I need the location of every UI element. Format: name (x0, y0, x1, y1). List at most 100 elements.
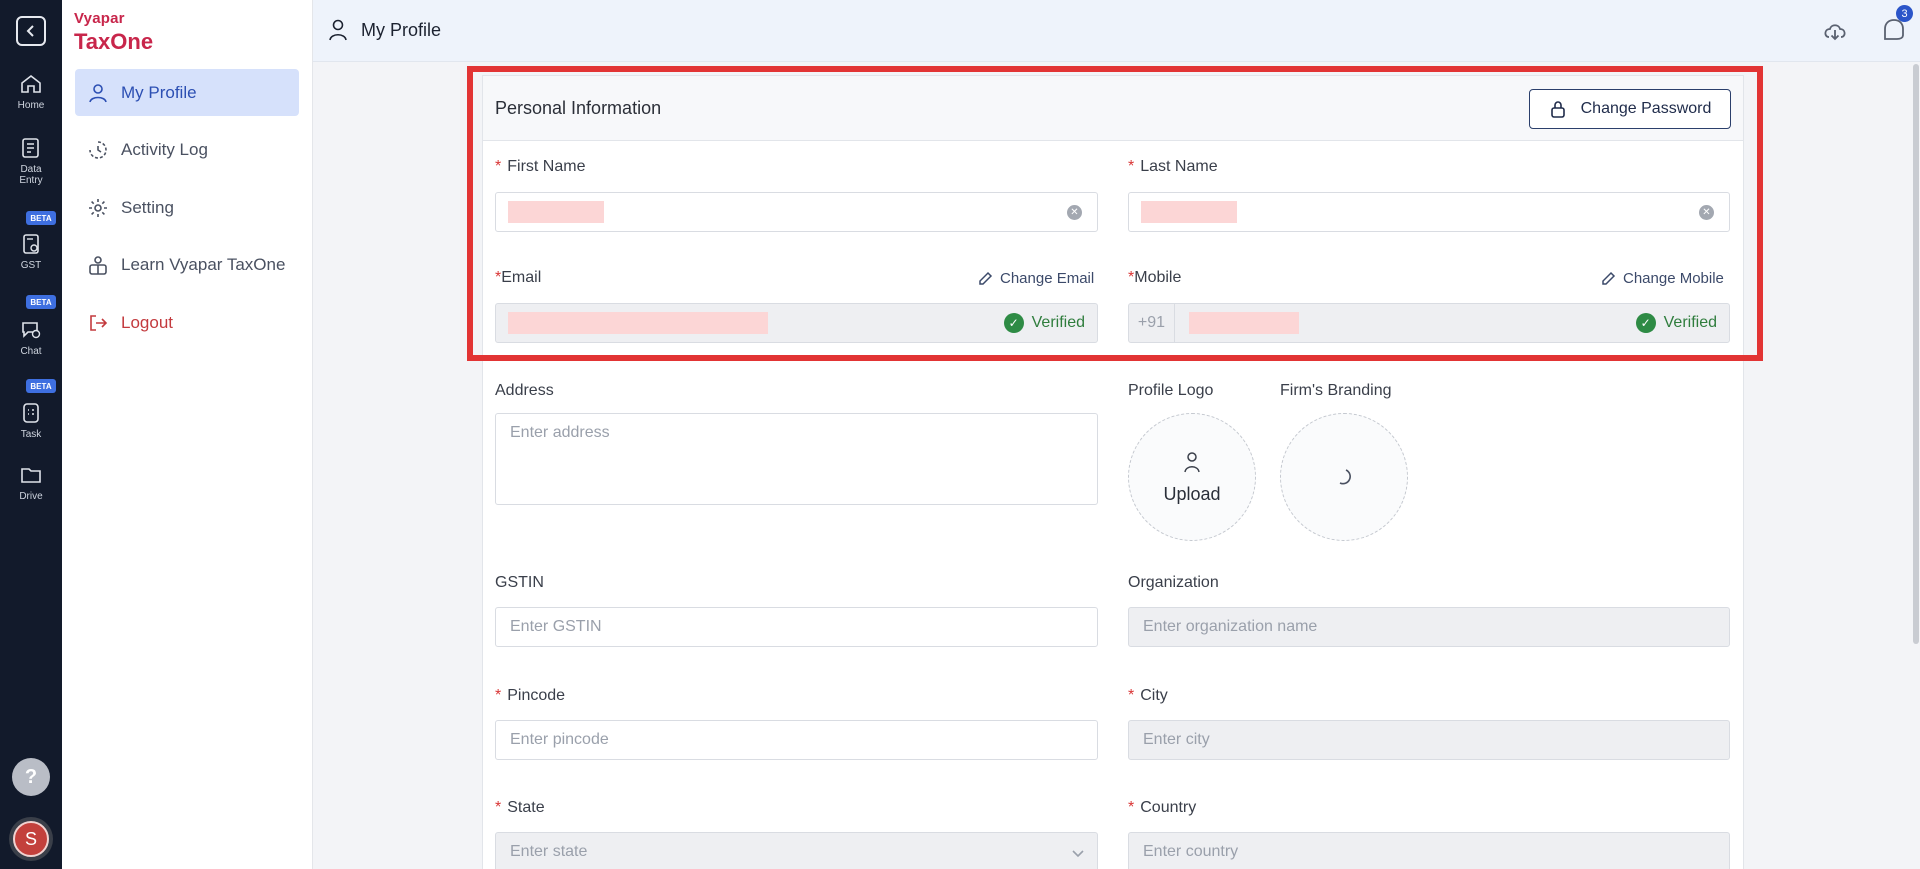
rail-item-home[interactable]: Home (0, 72, 62, 111)
topbar: My Profile 3 (313, 0, 1920, 62)
change-password-label: Change Password (1580, 100, 1712, 117)
sidebar-item-setting[interactable]: Setting (75, 184, 299, 231)
clear-icon[interactable]: ✕ (1067, 205, 1082, 220)
first-name-label: * First Name (495, 158, 586, 175)
change-mobile-link[interactable]: Change Mobile (1600, 270, 1724, 287)
page-title-text: My Profile (361, 19, 442, 40)
card-header: Personal Information Change Password (483, 76, 1743, 141)
profile-logo-upload[interactable]: Upload (1128, 413, 1256, 541)
rail-label: Task (20, 429, 42, 440)
city-input: Enter city (1128, 720, 1730, 760)
learn-icon (89, 255, 107, 275)
sidebar-item-label: Learn Vyapar TaxOne (121, 254, 286, 274)
chevron-down-icon (1072, 850, 1084, 858)
rail-item-data-entry[interactable]: Data Entry (0, 136, 62, 186)
country-code: +91 (1129, 304, 1175, 342)
first-name-input[interactable]: ✕ (495, 192, 1098, 232)
state-placeholder: Enter state (510, 843, 588, 860)
pincode-label: * Pincode (495, 687, 566, 704)
gstin-input[interactable]: Enter GSTIN (495, 607, 1098, 647)
redacted-value (1141, 201, 1237, 223)
avatar-initial: S (13, 821, 49, 857)
scrollbar-thumb[interactable] (1913, 64, 1919, 644)
pencil-icon (979, 271, 993, 285)
spinner-icon (1339, 469, 1351, 485)
task-icon (23, 403, 39, 423)
notification-badge: 3 (1896, 5, 1913, 22)
rail-item-chat[interactable]: Chat (0, 318, 62, 357)
check-icon: ✓ (1003, 313, 1024, 333)
lock-icon (1550, 101, 1565, 118)
last-name-input[interactable]: ✕ (1128, 192, 1730, 232)
upload-label: Upload (1163, 483, 1221, 504)
section-title: Personal Information (495, 98, 662, 118)
country-label: * Country (1128, 799, 1197, 816)
city-label: * City (1128, 687, 1168, 704)
check-icon: ✓ (1635, 313, 1656, 333)
country-input: Enter country (1128, 832, 1730, 869)
brand-logo: Vyapar TaxOne (74, 10, 153, 55)
sidebar-toggle-icon[interactable] (16, 16, 46, 46)
pincode-input[interactable]: Enter pincode (495, 720, 1098, 760)
change-password-button[interactable]: Change Password (1529, 89, 1731, 129)
state-label: * State (495, 799, 545, 816)
folder-icon (21, 468, 41, 483)
gear-icon (89, 198, 107, 217)
user-icon (329, 19, 347, 41)
sidebar-item-label: Logout (121, 312, 173, 332)
pencil-icon (1602, 271, 1616, 285)
beta-badge: BETA (26, 211, 56, 225)
page-title: My Profile (327, 18, 441, 42)
app-rail: Home Data Entry BETA GST BETA Chat BETA … (0, 0, 62, 869)
organization-label: Organization (1128, 574, 1219, 591)
home-icon (21, 74, 41, 93)
change-email-link[interactable]: Change Email (977, 270, 1094, 287)
download-icon[interactable] (1821, 17, 1849, 50)
email-label: *Email (495, 269, 542, 286)
sidebar-item-my-profile[interactable]: My Profile (75, 69, 299, 116)
redacted-value (1189, 312, 1299, 334)
mobile-label: *Mobile (1128, 269, 1182, 286)
help-button[interactable]: ? (12, 758, 50, 796)
rail-label: Chat (20, 346, 42, 357)
rail-item-drive[interactable]: Drive (0, 463, 62, 502)
rail-label: GST (20, 260, 42, 271)
sidebar-item-label: Activity Log (121, 139, 208, 159)
user-icon (89, 83, 107, 102)
last-name-label: * Last Name (1128, 158, 1218, 175)
rail-label: Data Entry (19, 164, 43, 186)
gstin-label: GSTIN (495, 574, 544, 591)
rail-label: Drive (19, 491, 43, 502)
beta-badge: BETA (26, 295, 56, 309)
avatar[interactable]: S (9, 817, 53, 861)
rail-label: Home (17, 100, 45, 111)
organization-input: Enter organization name (1128, 607, 1730, 647)
rail-item-task[interactable]: Task (0, 401, 62, 440)
sidebar-item-label: Setting (121, 197, 174, 217)
user-icon (1184, 451, 1200, 472)
brand-line2: TaxOne (74, 29, 154, 54)
sidebar-item-learn[interactable]: Learn Vyapar TaxOne (75, 241, 299, 288)
beta-badge: BETA (26, 379, 56, 393)
brand-line1: Vyapar (74, 10, 125, 27)
gst-icon (23, 234, 39, 254)
logout-icon (90, 314, 108, 331)
state-select: Enter state (495, 832, 1098, 869)
profile-logo-label: Profile Logo (1128, 382, 1214, 399)
chat-icon (22, 322, 41, 339)
sidebar-item-label: My Profile (121, 82, 197, 102)
data-entry-icon (22, 138, 39, 158)
firm-branding-upload[interactable] (1280, 413, 1408, 541)
rail-item-gst[interactable]: GST (0, 232, 62, 271)
sidebar-item-activity-log[interactable]: Activity Log (75, 126, 299, 173)
profile-card: Personal Information Change Password * Fi… (482, 75, 1744, 869)
firm-branding-label: Firm's Branding (1280, 382, 1392, 399)
mobile-field: +91 ✓ Verified (1128, 303, 1730, 343)
email-field: ✓ Verified (495, 303, 1098, 343)
sidebar-item-logout[interactable]: Logout (75, 299, 299, 346)
sidebar: Vyapar TaxOne My Profile Activity Log Se… (62, 0, 313, 869)
address-input[interactable]: Enter address (495, 413, 1098, 505)
mobile-verified-badge: ✓ Verified (1635, 313, 1717, 333)
clear-icon[interactable]: ✕ (1699, 205, 1714, 220)
redacted-value (508, 312, 768, 334)
